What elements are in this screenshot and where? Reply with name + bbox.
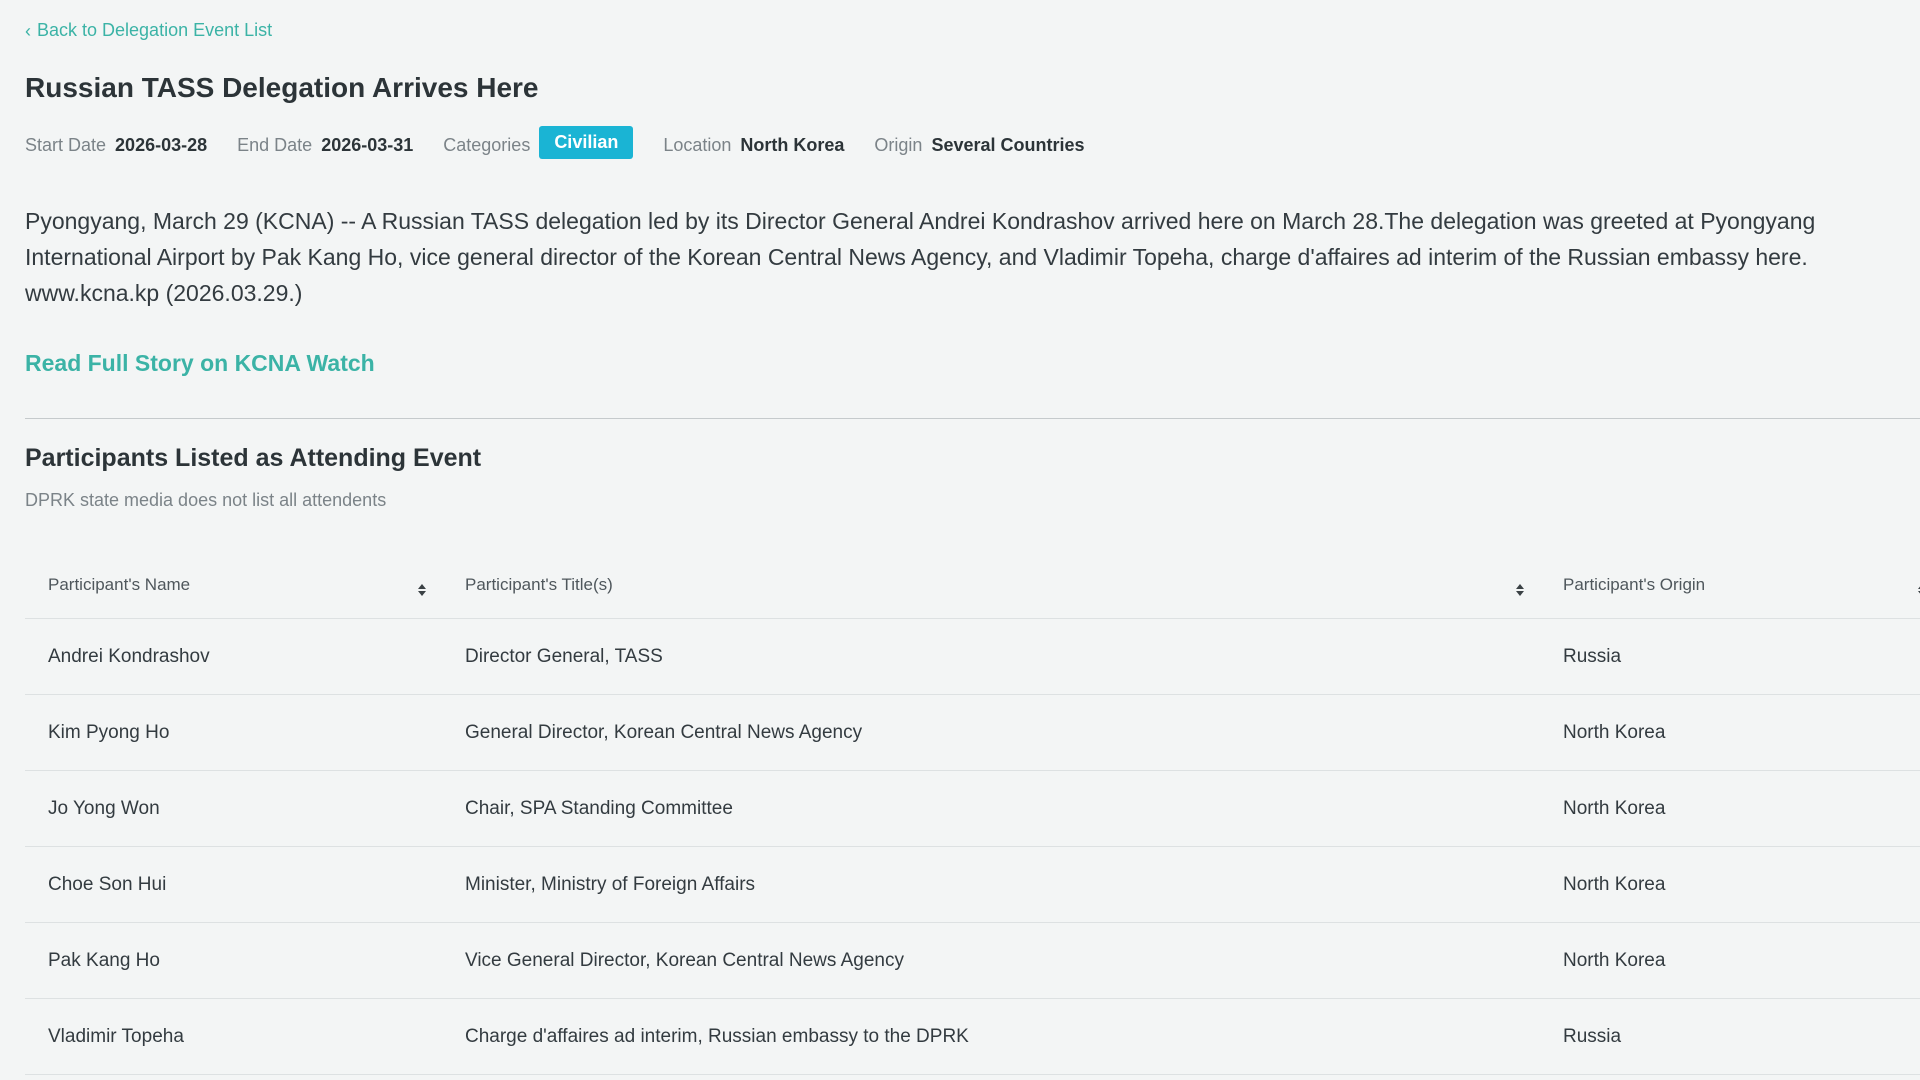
- column-header-label: Participant's Name: [48, 574, 191, 594]
- participant-name: Choe Son Hui: [25, 846, 442, 923]
- column-header-origin[interactable]: Participant's Origin: [1540, 551, 1920, 619]
- back-to-list-link[interactable]: ‹ Back to Delegation Event List: [25, 20, 272, 41]
- meta-origin: Origin Several Countries: [874, 135, 1084, 156]
- meta-end-date: End Date 2026-03-31: [237, 135, 413, 156]
- event-meta-row: Start Date 2026-03-28 End Date 2026-03-3…: [25, 126, 1115, 162]
- chevron-left-icon: ‹: [25, 20, 31, 41]
- location-value: North Korea: [740, 135, 845, 155]
- participant-origin: Russia: [1540, 998, 1920, 1075]
- start-date-value: 2026-03-28: [115, 135, 208, 155]
- start-date-label: Start Date: [25, 135, 107, 155]
- participant-origin: North Korea: [1540, 694, 1920, 771]
- participant-name: Jo Yong Won: [25, 770, 442, 847]
- origin-label: Origin: [874, 135, 923, 155]
- participants-title: Participants Listed as Attending Event: [25, 444, 482, 472]
- table-row: Jo Yong Won Chair, SPA Standing Committe…: [25, 770, 1920, 847]
- end-date-label: End Date: [237, 135, 313, 155]
- table-row: Choe Son Hui Minister, Ministry of Forei…: [25, 846, 1920, 923]
- participant-origin: Russia: [1540, 618, 1920, 695]
- meta-start-date: Start Date 2026-03-28: [25, 135, 207, 156]
- categories-label: Categories: [443, 135, 531, 155]
- participant-title: Chair, SPA Standing Committee: [442, 770, 1540, 847]
- event-detail-page: ‹ Back to Delegation Event List Russian …: [0, 0, 1920, 1080]
- participant-origin: North Korea: [1540, 770, 1920, 847]
- read-full-story-link[interactable]: Read Full Story on KCNA Watch: [25, 350, 375, 377]
- participants-table: Participant's Name Participant's Title(s…: [25, 551, 1920, 1075]
- participant-name: Vladimir Topeha: [25, 998, 442, 1075]
- table-row: Vladimir Topeha Charge d'affaires ad int…: [25, 998, 1920, 1075]
- column-header-title[interactable]: Participant's Title(s): [442, 551, 1540, 619]
- participant-title: Vice General Director, Korean Central Ne…: [442, 922, 1540, 999]
- participant-origin: North Korea: [1540, 922, 1920, 999]
- table-header-row: Participant's Name Participant's Title(s…: [25, 551, 1920, 619]
- event-description: Pyongyang, March 29 (KCNA) -- A Russian …: [25, 208, 1816, 306]
- meta-location: Location North Korea: [663, 135, 844, 156]
- column-header-label: Participant's Title(s): [465, 574, 613, 594]
- sort-icon[interactable]: [418, 583, 426, 596]
- participant-title: Minister, Ministry of Foreign Affairs: [442, 846, 1540, 923]
- location-label: Location: [663, 135, 732, 155]
- event-title: Russian TASS Delegation Arrives Here: [25, 72, 539, 103]
- participant-title: Director General, TASS: [442, 618, 1540, 695]
- participant-name: Andrei Kondrashov: [25, 618, 442, 695]
- meta-categories: Categories Civilian: [443, 126, 634, 162]
- participant-name: Pak Kang Ho: [25, 922, 442, 999]
- category-badge[interactable]: Civilian: [539, 126, 634, 159]
- column-header-label: Participant's Origin: [1563, 574, 1706, 594]
- back-link-label: Back to Delegation Event List: [37, 20, 273, 40]
- table-row: Pak Kang Ho Vice General Director, Korea…: [25, 922, 1920, 999]
- participant-title: General Director, Korean Central News Ag…: [442, 694, 1540, 771]
- participant-title: Charge d'affaires ad interim, Russian em…: [442, 998, 1540, 1075]
- table-row: Andrei Kondrashov Director General, TASS…: [25, 618, 1920, 695]
- sort-icon[interactable]: [1516, 583, 1524, 596]
- end-date-value: 2026-03-31: [321, 135, 414, 155]
- participants-subtitle: DPRK state media does not list all atten…: [25, 490, 387, 510]
- table-row: Kim Pyong Ho General Director, Korean Ce…: [25, 694, 1920, 771]
- participant-name: Kim Pyong Ho: [25, 694, 442, 771]
- column-header-name[interactable]: Participant's Name: [25, 551, 442, 619]
- section-divider: [25, 418, 1920, 419]
- participant-origin: North Korea: [1540, 846, 1920, 923]
- origin-value: Several Countries: [931, 135, 1085, 155]
